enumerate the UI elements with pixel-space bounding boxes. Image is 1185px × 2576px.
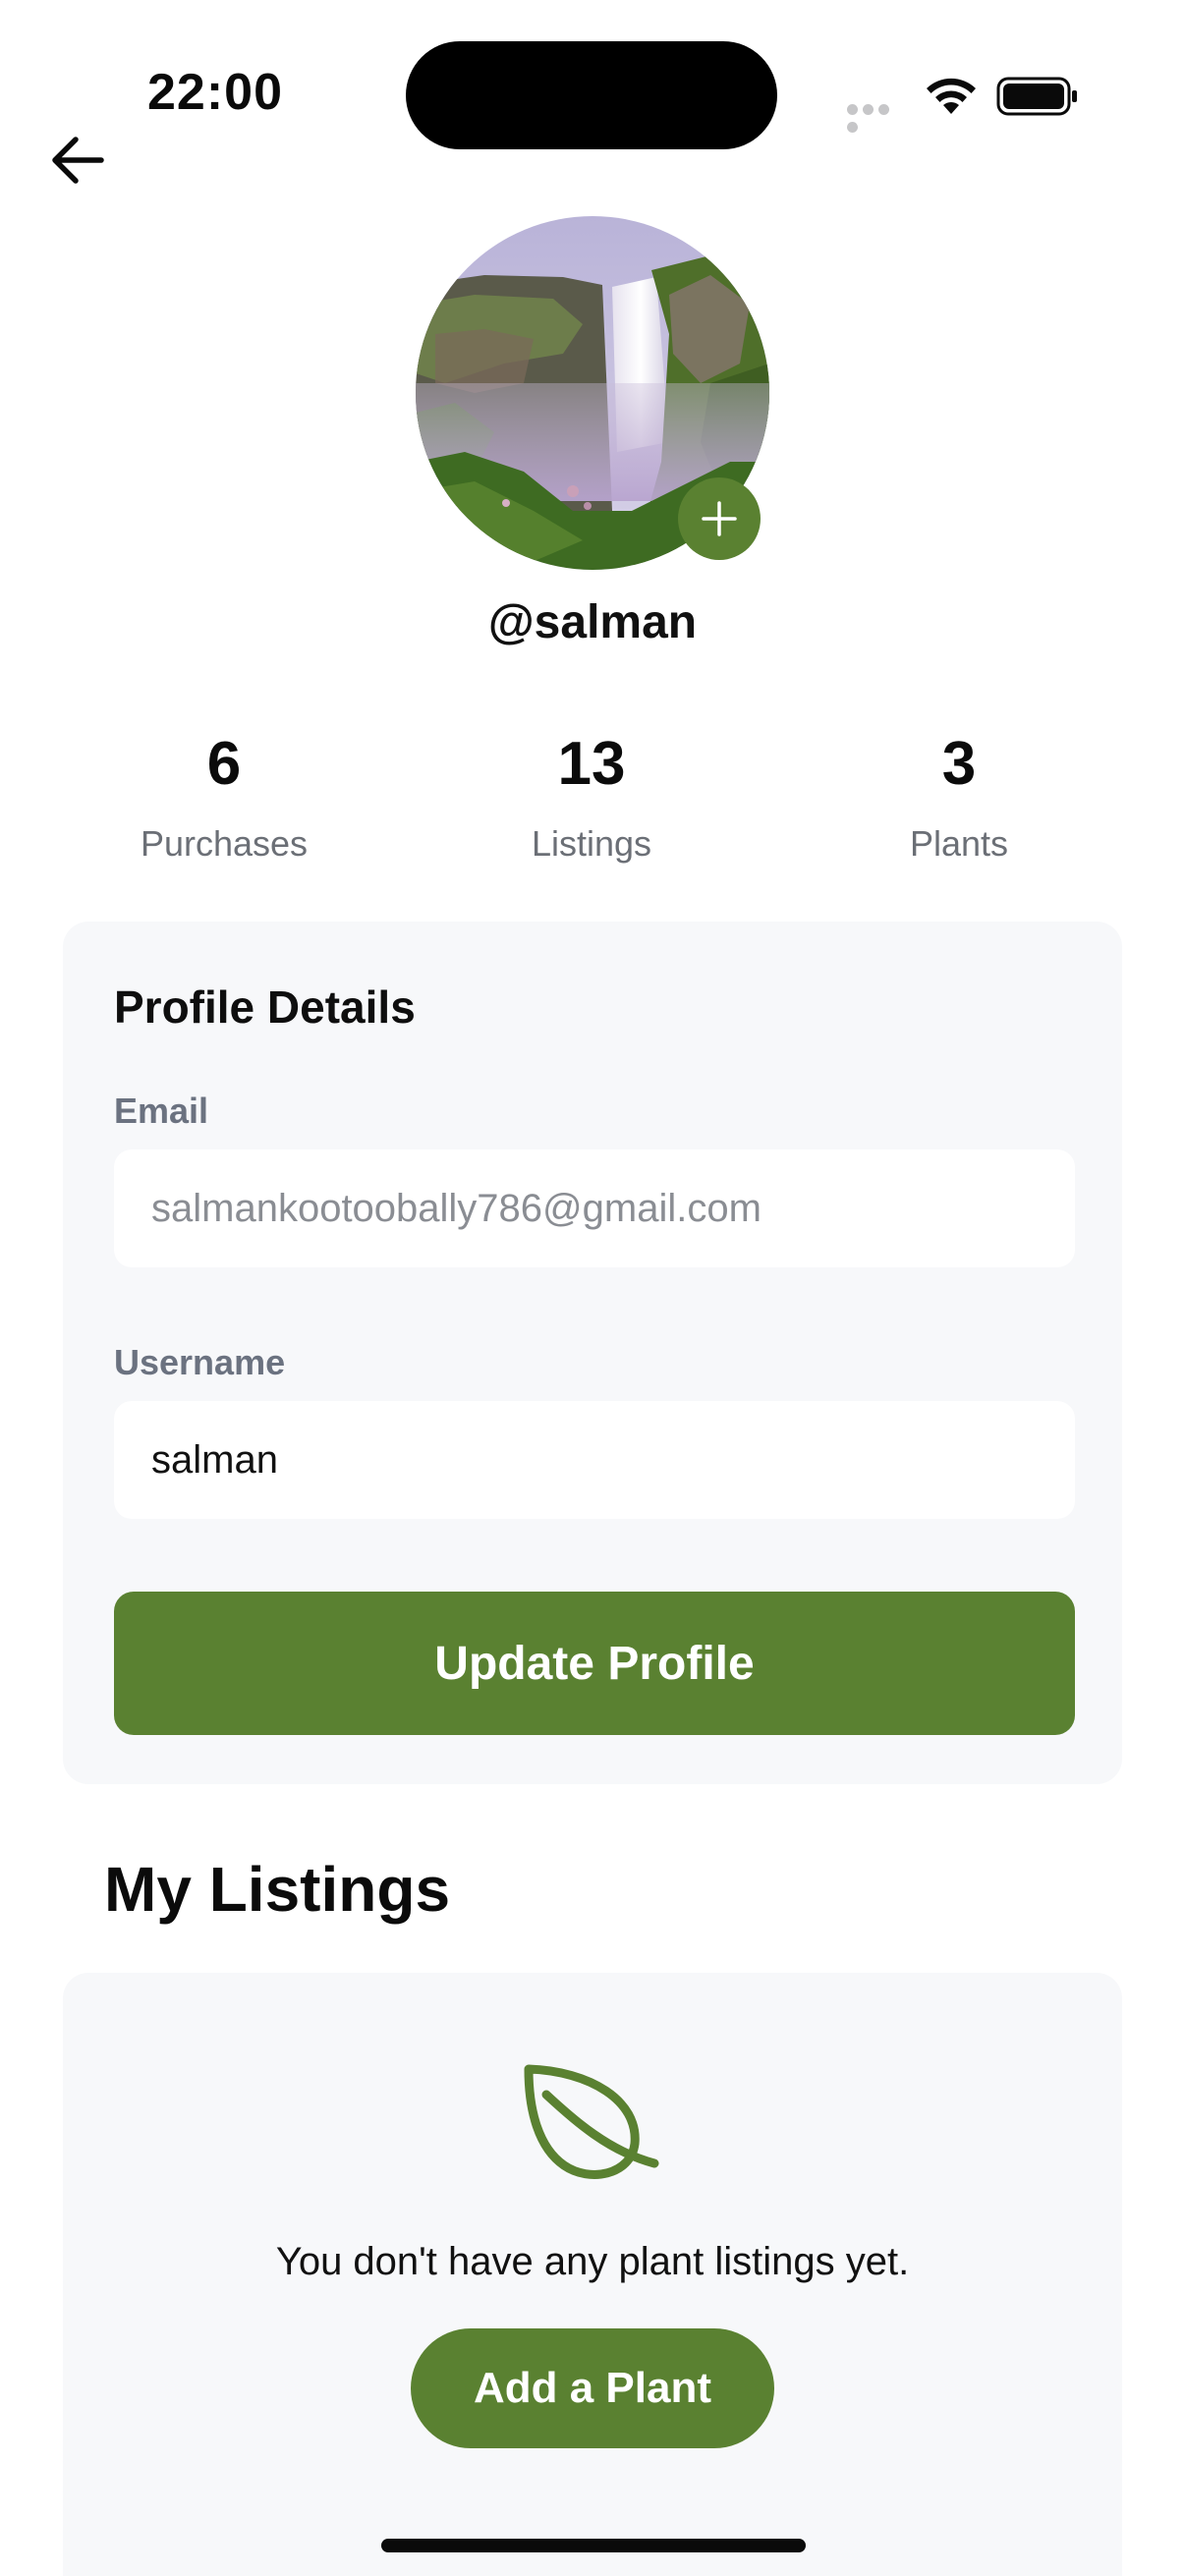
stat-value: 13 [557, 730, 626, 798]
username-label: Username [114, 1342, 286, 1382]
stat-plants[interactable]: 3 Plants [812, 725, 1106, 865]
wifi-icon [924, 75, 979, 116]
leaf-icon [521, 2061, 664, 2191]
email-label: Email [114, 1091, 209, 1131]
arrow-left-icon [52, 137, 104, 184]
add-photo-button[interactable] [678, 477, 761, 560]
profile-handle: @salman [487, 596, 698, 648]
plus-icon [702, 501, 737, 536]
empty-listings-message: You don't have any plant listings yet. [275, 2240, 910, 2283]
stat-value: 6 [206, 730, 242, 798]
stat-label: Purchases [140, 823, 309, 864]
stat-purchases[interactable]: 6 Purchases [77, 725, 371, 865]
status-time: 22:00 [147, 64, 283, 121]
my-listings-title: My Listings [104, 1854, 451, 1925]
back-button[interactable] [43, 126, 112, 195]
stat-label: Plants [909, 823, 1009, 864]
email-field[interactable]: salmankootoobally786@gmail.com [114, 1149, 1075, 1267]
update-profile-button[interactable]: Update Profile [114, 1592, 1075, 1735]
profile-details-title: Profile Details [114, 981, 416, 1033]
stat-value: 3 [941, 730, 977, 798]
stat-listings[interactable]: 13 Listings [444, 725, 739, 865]
dynamic-island [406, 41, 777, 149]
add-plant-button[interactable]: Add a Plant [411, 2328, 774, 2448]
battery-icon [996, 75, 1081, 118]
cellular-signal-icon [847, 102, 908, 133]
username-field[interactable]: salman [114, 1401, 1075, 1519]
stat-label: Listings [531, 823, 652, 864]
home-indicator[interactable] [381, 2539, 806, 2552]
